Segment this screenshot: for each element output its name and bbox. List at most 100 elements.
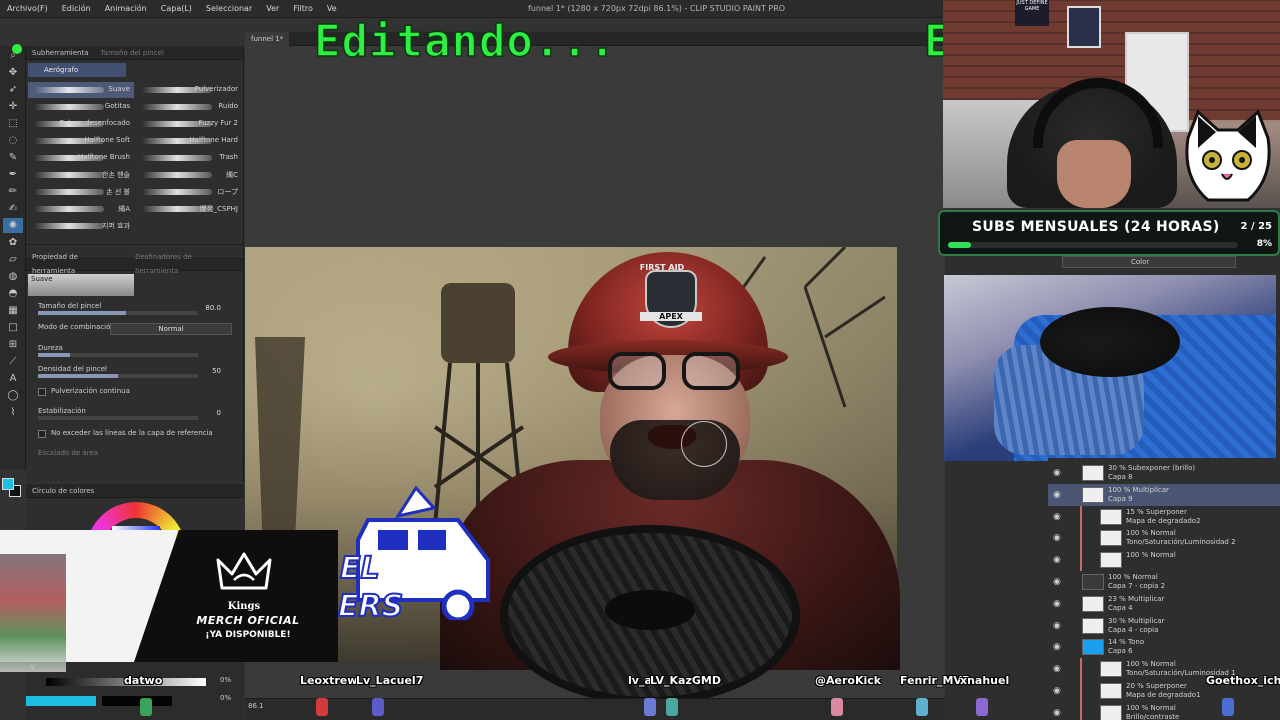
layer-row[interactable]: ◉ 100 % Normal Tono/Saturación/Luminosidad… [1048,527,1280,550]
brush-item[interactable]: 지퍼 효과 [28,218,134,234]
layer-row[interactable]: ◉ 23 % Multiplicar Capa 4 [1048,593,1280,615]
property-checkbox[interactable] [38,430,46,438]
menu-ventana[interactable]: Ve [320,4,344,13]
zoom-level[interactable]: 86.1 [248,702,264,710]
layer-row[interactable]: ◉ 100 % Normal Capa 7 - copia 2 [1048,571,1280,593]
color-chips[interactable] [2,478,24,502]
layer-row[interactable]: ◉ 100 % Normal Brillo/contraste [1048,701,1280,720]
eye-icon[interactable]: ◉ [1053,533,1061,543]
layer-row[interactable]: ◉ 100 % Normal [1048,549,1280,572]
color-dropdown[interactable]: Color [1062,256,1236,268]
gradient-tool-icon[interactable]: ▦ [3,303,23,318]
menu-ver[interactable]: Ver [259,4,286,13]
fill-tool-icon[interactable]: ◓ [3,286,23,301]
layer-name: Mapa de degradado1 [1126,691,1201,699]
brush-item[interactable]: 한손 핸슬 [28,167,134,183]
ruler-tool-icon[interactable]: ⟋ [3,354,23,369]
document-tab[interactable]: funnel 1* [245,32,290,46]
layer-row[interactable]: ◉ 15 % Superponer Mapa de degradado2 [1048,505,1280,528]
operation-tool-icon[interactable]: ➶ [3,82,23,97]
airbrush-tool-icon[interactable]: ✺ [3,218,23,233]
eye-icon[interactable]: ◉ [1053,490,1061,500]
frame-tool-icon[interactable]: ⊞ [3,337,23,352]
menu-archivo[interactable]: Archivo(F) [0,4,55,13]
chat-avatar-sprite [976,698,988,716]
layer-row[interactable]: ◉ 14 % Tono Capa 6 [1048,636,1280,658]
brush-item[interactable]: 縄C [136,167,242,183]
tab-tool-property[interactable]: Propiedad de herramienta [26,250,129,278]
menu-edicion[interactable]: Edición [55,4,98,13]
move-tool-icon[interactable]: ✛ [3,99,23,114]
eye-icon[interactable]: ◉ [1053,577,1061,587]
brush-item[interactable]: Halftone Brush [28,150,134,166]
menu-seleccionar[interactable]: Seleccionar [199,4,259,13]
property-slider[interactable] [38,311,198,315]
eye-icon[interactable]: ◉ [1053,621,1061,631]
pencil-tool-icon[interactable]: ✏ [3,184,23,199]
brush-item[interactable]: Ruido [136,99,242,115]
correct-line-tool-icon[interactable]: ⌇ [3,405,23,420]
brush-list: Suave Pulverizador Gotitas Ruido Pulver. des… [28,82,242,234]
hand-tool-icon[interactable]: ✥ [3,65,23,80]
eraser-tool-icon[interactable]: ▱ [3,252,23,267]
tab-color-wheel[interactable]: Círculo de colores [26,484,100,498]
decoration-tool-icon[interactable]: ✿ [3,235,23,250]
brush-tool-icon[interactable]: ✍ [3,201,23,216]
property-value[interactable]: 50 [212,367,221,375]
secondary-color-swatch[interactable] [102,696,172,706]
tab-subherramienta[interactable]: Subherramienta [26,46,95,60]
brush-item[interactable]: 縄A [28,201,134,217]
eye-icon[interactable]: ◉ [1053,642,1061,652]
subtool-group-aerografo[interactable]: Aerógrafo [28,63,126,77]
layer-row[interactable]: ◉ 100 % Multiplicar Capa 9 [1048,483,1280,506]
menu-filtro[interactable]: Filtro [286,4,320,13]
brush-item[interactable]: 爆発_CSPHJ [136,201,242,217]
brush-item[interactable]: Suave [28,82,134,98]
blend-tool-icon[interactable]: ◍ [3,269,23,284]
brush-label: ロープ [217,188,238,196]
layer-thumbnail [1082,486,1104,503]
brush-item[interactable]: Gotitas [28,99,134,115]
text-tool-icon[interactable]: A [3,371,23,386]
current-color-swatch[interactable] [26,696,96,706]
layer-row[interactable]: ◉ 30 % Subexponer (brillo) Capa 8 [1048,462,1280,484]
tab-brush-size[interactable]: Tamaño del pincel [95,46,170,60]
figure-tool-icon[interactable]: □ [3,320,23,335]
property-value[interactable]: 0 [217,409,221,417]
layer-row[interactable]: ◉ 30 % Multiplicar Capa 4 - copia [1048,615,1280,637]
eye-icon[interactable]: ◉ [1053,512,1061,522]
eye-icon[interactable]: ◉ [1053,468,1061,478]
eye-icon[interactable]: ◉ [1053,686,1061,696]
property-slider[interactable] [38,353,198,357]
property-slider[interactable] [38,374,198,378]
layer-name: Capa 9 [1108,494,1133,503]
brush-item[interactable]: Pulverizador [136,82,242,98]
eye-icon[interactable]: ◉ [1053,708,1061,718]
foreground-color-chip[interactable] [2,478,14,490]
brush-item[interactable]: Trash [136,150,242,166]
eye-icon[interactable]: ◉ [1053,599,1061,609]
menu-animacion[interactable]: Animación [98,4,154,13]
eye-icon[interactable]: ◉ [1053,555,1061,565]
eye-icon[interactable]: ◉ [1053,664,1061,674]
brush-item[interactable]: Pulver. desenfocado [28,116,134,132]
property-checkbox[interactable] [38,388,46,396]
lasso-tool-icon[interactable]: ◌ [3,133,23,148]
property-slider[interactable] [38,416,198,420]
poster-text: JUST DEFINE GAME [1016,0,1048,12]
property-value[interactable]: 80.0 [205,304,221,312]
menu-capa[interactable]: Capa(L) [154,4,199,13]
brush-item[interactable]: 손 선 불 [28,184,134,200]
layer-blend-mode: 20 % Superponer [1126,682,1187,690]
tab-tool-settings[interactable]: Desfinadores de herramienta [129,250,243,278]
brush-item[interactable]: Halftone Hard [136,133,242,149]
selection-tool-icon[interactable]: ⬚ [3,116,23,131]
eyedropper-tool-icon[interactable]: ✎ [3,150,23,165]
balloon-tool-icon[interactable]: ◯ [3,388,23,403]
blend-mode-dropdown[interactable]: Normal [110,323,232,335]
brush-item[interactable]: ロープ [136,184,242,200]
pen-tool-icon[interactable]: ✒ [3,167,23,182]
brush-item[interactable]: Fuzzy Fur 2 [136,116,242,132]
brush-item[interactable]: Halftone Soft [28,133,134,149]
brush-label: 지퍼 효과 [102,222,130,230]
